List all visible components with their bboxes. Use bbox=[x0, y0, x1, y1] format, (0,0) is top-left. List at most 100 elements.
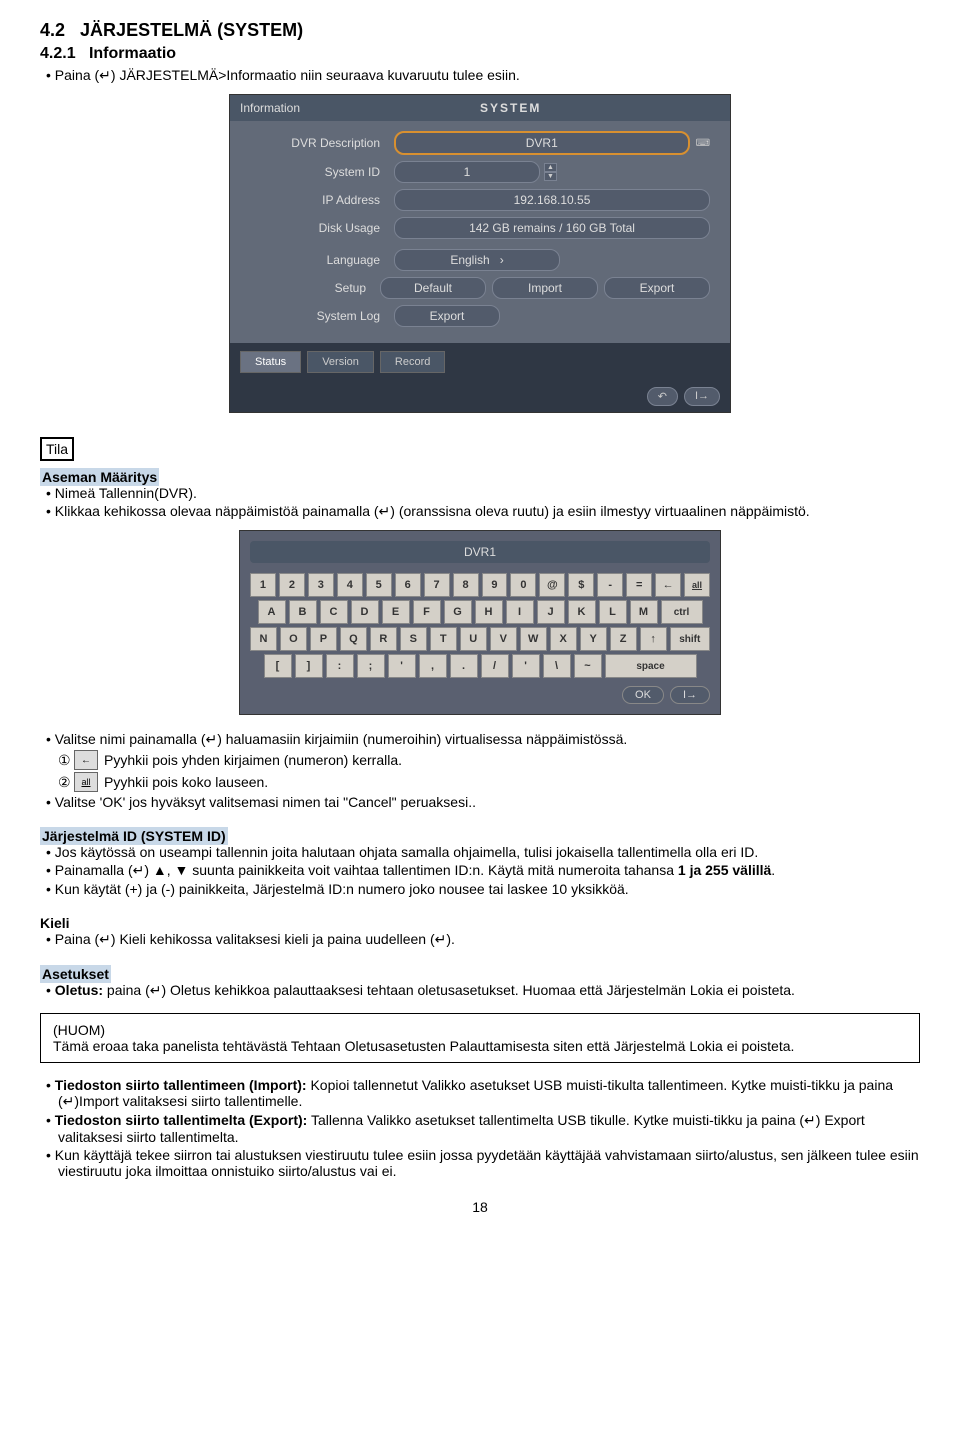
panel-exit-button[interactable]: I→ bbox=[684, 387, 720, 406]
last-bullet: Kun käyttäjä tekee siirron tai alustukse… bbox=[58, 1147, 920, 1179]
kb-ok-button[interactable]: OK bbox=[622, 686, 664, 704]
key[interactable]: V bbox=[490, 627, 517, 651]
key[interactable]: \ bbox=[543, 654, 571, 678]
key[interactable]: 4 bbox=[337, 573, 363, 597]
key[interactable]: S bbox=[400, 627, 427, 651]
key[interactable]: $ bbox=[568, 573, 594, 597]
key[interactable]: X bbox=[550, 627, 577, 651]
system-id-spinner[interactable]: ▲▼ bbox=[544, 163, 557, 181]
panel-back-button[interactable]: ↶ bbox=[647, 387, 678, 406]
key[interactable]: 9 bbox=[482, 573, 508, 597]
dvr-desc-field[interactable]: DVR1 bbox=[394, 131, 690, 155]
key[interactable]: P bbox=[310, 627, 337, 651]
pyyhkii-2: ② all Pyyhkii pois koko lauseen. bbox=[58, 772, 920, 792]
asetukset-heading: Asetukset bbox=[40, 965, 111, 983]
key[interactable]: Y bbox=[580, 627, 607, 651]
spinner-up-icon[interactable]: ▲ bbox=[544, 163, 557, 172]
key[interactable]: ' bbox=[388, 654, 416, 678]
tab-version[interactable]: Version bbox=[307, 351, 374, 373]
key-backspace[interactable]: ← bbox=[655, 573, 681, 597]
key[interactable]: W bbox=[520, 627, 547, 651]
setup-import-button[interactable]: Import bbox=[492, 277, 598, 299]
import-bullet: Tiedoston siirto tallentimeen (Import): … bbox=[58, 1077, 920, 1110]
all-icon: all bbox=[74, 772, 98, 792]
key[interactable]: ↑ bbox=[640, 627, 667, 651]
key[interactable]: , bbox=[419, 654, 447, 678]
key[interactable]: = bbox=[626, 573, 652, 597]
valitse-ok-bullet: Valitse 'OK' jos hyväksyt valitsemasi ni… bbox=[58, 794, 920, 810]
key[interactable]: I bbox=[506, 600, 534, 624]
note-box: (HUOM) Tämä eroaa taka panelista tehtävä… bbox=[40, 1013, 920, 1063]
key[interactable]: [ bbox=[264, 654, 292, 678]
key[interactable]: E bbox=[382, 600, 410, 624]
dvr-desc-label: DVR Description bbox=[240, 136, 394, 150]
page-number: 18 bbox=[40, 1199, 920, 1215]
disk-label: Disk Usage bbox=[240, 221, 394, 235]
key[interactable]: 3 bbox=[308, 573, 334, 597]
key-ctrl[interactable]: ctrl bbox=[661, 600, 703, 624]
key[interactable]: M bbox=[630, 600, 658, 624]
syslog-label: System Log bbox=[240, 309, 394, 323]
key[interactable]: U bbox=[460, 627, 487, 651]
key[interactable]: ] bbox=[295, 654, 323, 678]
key[interactable]: 8 bbox=[453, 573, 479, 597]
panel-title-left: Information bbox=[240, 101, 480, 115]
kieli-heading: Kieli bbox=[40, 915, 920, 931]
key[interactable]: K bbox=[568, 600, 596, 624]
key[interactable]: - bbox=[597, 573, 623, 597]
key-all[interactable]: all bbox=[684, 573, 710, 597]
spinner-down-icon[interactable]: ▼ bbox=[544, 172, 557, 181]
setup-label: Setup bbox=[240, 281, 380, 295]
keyboard-icon[interactable]: ⌨ bbox=[696, 138, 710, 149]
kb-row-4: [ ] : ; ' , . / ' \ ~ space bbox=[250, 654, 710, 678]
tab-record[interactable]: Record bbox=[380, 351, 445, 373]
key[interactable]: C bbox=[320, 600, 348, 624]
kb-title-field[interactable]: DVR1 bbox=[250, 541, 710, 563]
key[interactable]: A bbox=[258, 600, 286, 624]
key[interactable]: . bbox=[450, 654, 478, 678]
key[interactable]: 6 bbox=[395, 573, 421, 597]
key[interactable]: N bbox=[250, 627, 277, 651]
key[interactable]: 5 bbox=[366, 573, 392, 597]
circled-1-icon: ① bbox=[58, 752, 74, 769]
key-shift[interactable]: shift bbox=[670, 627, 710, 651]
system-id-field[interactable]: 1 bbox=[394, 161, 540, 183]
tila-label: Tila bbox=[40, 437, 74, 461]
key[interactable]: R bbox=[370, 627, 397, 651]
key[interactable]: ~ bbox=[574, 654, 602, 678]
key[interactable]: F bbox=[413, 600, 441, 624]
key[interactable]: ' bbox=[512, 654, 540, 678]
key[interactable]: B bbox=[289, 600, 317, 624]
key[interactable]: G bbox=[444, 600, 472, 624]
key[interactable]: / bbox=[481, 654, 509, 678]
key[interactable]: : bbox=[326, 654, 354, 678]
key[interactable]: 2 bbox=[279, 573, 305, 597]
jarj-id-bullet-2: Painamalla (↵) ▲, ▼ suunta painikkeita v… bbox=[58, 862, 920, 879]
key[interactable]: @ bbox=[539, 573, 565, 597]
setup-export-button[interactable]: Export bbox=[604, 277, 710, 299]
key[interactable]: D bbox=[351, 600, 379, 624]
key[interactable]: H bbox=[475, 600, 503, 624]
backspace-icon: ← bbox=[74, 750, 98, 770]
jarjestelma-id-heading: Järjestelmä ID (SYSTEM ID) bbox=[40, 827, 228, 845]
circled-2-icon: ② bbox=[58, 774, 74, 791]
key[interactable]: 7 bbox=[424, 573, 450, 597]
key[interactable]: 0 bbox=[510, 573, 536, 597]
key-space[interactable]: space bbox=[605, 654, 697, 678]
note-label: (HUOM) bbox=[53, 1022, 907, 1038]
key[interactable]: Q bbox=[340, 627, 367, 651]
tab-status[interactable]: Status bbox=[240, 351, 301, 373]
key[interactable]: O bbox=[280, 627, 307, 651]
key[interactable]: T bbox=[430, 627, 457, 651]
key[interactable]: J bbox=[537, 600, 565, 624]
lang-field[interactable]: English › bbox=[394, 249, 560, 271]
key[interactable]: L bbox=[599, 600, 627, 624]
setup-default-button[interactable]: Default bbox=[380, 277, 486, 299]
key[interactable]: Z bbox=[610, 627, 637, 651]
ip-field: 192.168.10.55 bbox=[394, 189, 710, 211]
chevron-right-icon: › bbox=[500, 253, 504, 267]
key[interactable]: ; bbox=[357, 654, 385, 678]
syslog-export-button[interactable]: Export bbox=[394, 305, 500, 327]
kb-exit-button[interactable]: I→ bbox=[670, 686, 710, 704]
key[interactable]: 1 bbox=[250, 573, 276, 597]
